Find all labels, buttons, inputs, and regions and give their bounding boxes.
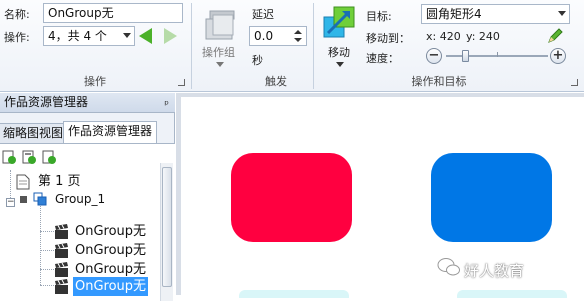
decrease-speed-button[interactable]: − — [426, 48, 442, 64]
project-explorer-panel: 作品资源管理器 ᵖ 缩略图视图 作品资源管理器 第 1 页 − Group_1 … — [0, 93, 175, 301]
group-label-trigger: 触发 — [265, 75, 287, 88]
rounded-rectangle-blue[interactable] — [431, 153, 552, 242]
dialog-launcher-icon[interactable] — [571, 79, 578, 86]
tree-line — [40, 231, 54, 232]
clapperboard-icon — [55, 279, 68, 294]
clapperboard-icon — [55, 243, 68, 258]
pin-icon[interactable]: ᵖ — [164, 95, 169, 114]
tree-item-label: OnGroup无 — [73, 277, 149, 296]
operation-select-value: 4，共 4 个 — [48, 29, 107, 43]
delay-label: 延迟 — [252, 8, 274, 21]
group-label-ops-target: 操作和目标 — [411, 75, 467, 88]
increase-speed-button[interactable]: + — [550, 48, 566, 64]
page-icon — [16, 174, 30, 190]
name-field[interactable]: OnGroup无 — [43, 3, 183, 23]
panel-title-text: 作品资源管理器 — [4, 95, 89, 109]
panel-title: 作品资源管理器 ᵖ — [0, 93, 175, 113]
slider-tick — [497, 52, 498, 57]
spin-down-icon[interactable] — [294, 38, 302, 42]
operation-label: 操作: — [4, 31, 30, 44]
speed-slider-thumb[interactable] — [462, 50, 470, 62]
spin-up-icon[interactable] — [294, 30, 302, 34]
separator — [313, 3, 314, 89]
clapperboard-icon — [205, 10, 235, 40]
collapse-icon[interactable]: − — [6, 198, 15, 207]
watermark-text: 好人教育 — [464, 262, 525, 280]
tab-thumbnail-view[interactable]: 缩略图视图 — [0, 123, 69, 143]
target-label: 目标: — [366, 10, 392, 23]
tree-scrollbar[interactable] — [160, 163, 173, 301]
tree-line — [40, 202, 41, 285]
chevron-down-icon — [123, 33, 131, 38]
move-to-label: 移动到： — [366, 32, 410, 45]
dialog-launcher-icon[interactable] — [178, 79, 185, 86]
ribbon: 名称: OnGroup无 操作: 4，共 4 个 操作 操作组 延迟 0.0 秒… — [0, 0, 584, 92]
group-label-operations: 操作 — [84, 75, 106, 88]
canvas-frame: 好人教育 — [176, 93, 584, 298]
tree-item-label: 第 1 页 — [38, 174, 81, 189]
chevron-down-icon — [216, 62, 224, 67]
speed-label: 速度： — [366, 52, 399, 65]
next-operation-button[interactable] — [164, 28, 177, 44]
chevron-down-icon — [558, 11, 566, 16]
tree-view: 第 1 页 − Group_1 OnGroup无 OnGroup无 OnGrou… — [0, 143, 175, 296]
add-chapter-icon[interactable] — [22, 150, 36, 164]
add-page-icon[interactable] — [2, 150, 16, 164]
wechat-icon — [437, 258, 460, 276]
move-label: 移动 — [328, 46, 350, 59]
seconds-label: 秒 — [252, 54, 263, 67]
operation-select[interactable]: 4，共 4 个 — [43, 26, 135, 46]
partial-shape — [239, 290, 349, 298]
tab-project-explorer[interactable]: 作品资源管理器 — [63, 121, 158, 143]
action-group-button[interactable]: 操作组 — [196, 3, 244, 71]
separator — [191, 3, 192, 89]
tree-line — [40, 269, 54, 270]
tree-item-label: Group_1 — [55, 192, 106, 206]
tree-line — [40, 250, 54, 251]
target-select-value: 圆角矩形4 — [426, 7, 482, 21]
stage-canvas[interactable]: 好人教育 — [181, 97, 584, 298]
move-icon — [323, 6, 355, 38]
action-group-label: 操作组 — [202, 46, 235, 59]
delay-stepper[interactable]: 0.0 — [249, 26, 307, 46]
partial-shape — [457, 290, 567, 298]
chevron-down-icon — [336, 62, 344, 67]
clapperboard-icon — [55, 262, 68, 277]
move-button[interactable]: 移动 — [318, 3, 362, 71]
add-item-icon[interactable] — [42, 150, 56, 164]
scrollbar-thumb[interactable] — [162, 167, 172, 287]
target-select[interactable]: 圆角矩形4 — [421, 4, 570, 24]
delay-value: 0.0 — [254, 29, 274, 43]
group-icon — [20, 192, 47, 206]
tree-item-label: OnGroup无 — [75, 224, 147, 239]
tree-line — [40, 285, 54, 286]
clapperboard-icon — [55, 224, 68, 239]
y-coordinate[interactable]: y: 240 — [466, 30, 500, 43]
rounded-rectangle-red[interactable] — [231, 153, 352, 242]
tree-item-label: OnGroup无 — [75, 243, 147, 258]
previous-operation-button[interactable] — [139, 28, 152, 44]
x-coordinate[interactable]: x: 420 — [426, 30, 461, 43]
name-label: 名称: — [4, 8, 30, 21]
pencil-icon[interactable] — [547, 28, 563, 44]
